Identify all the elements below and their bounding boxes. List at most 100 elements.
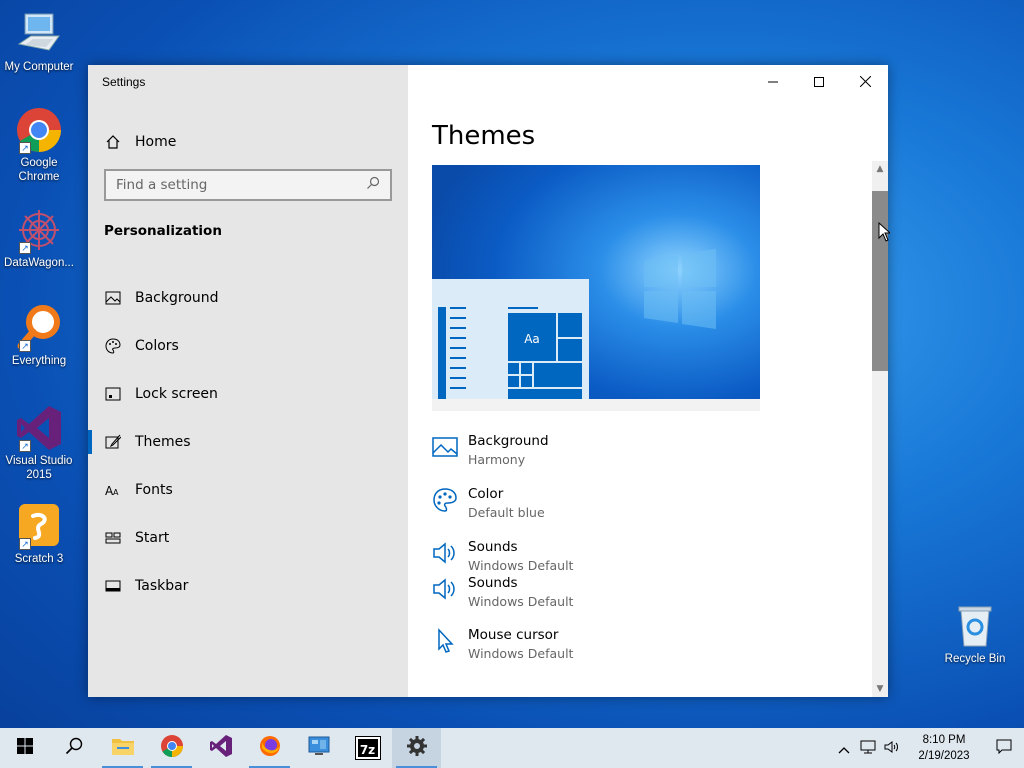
theme-item-value: Harmony bbox=[468, 452, 526, 467]
home-icon bbox=[104, 133, 122, 151]
palette-icon bbox=[104, 337, 122, 355]
theme-item-value: Windows Default bbox=[468, 558, 574, 573]
theme-item-color[interactable]: Color Default blue bbox=[432, 485, 852, 538]
chevron-up-icon bbox=[838, 739, 850, 758]
scroll-up-button[interactable]: ▲ bbox=[872, 161, 888, 177]
close-button[interactable] bbox=[842, 65, 888, 97]
desktop-icon-label: Scratch 3 bbox=[14, 553, 64, 565]
nav-item-lock-screen[interactable]: Lock screen bbox=[88, 370, 408, 418]
taskbar-file-explorer[interactable] bbox=[98, 728, 147, 768]
theme-item-name: Sounds bbox=[468, 575, 518, 591]
nav-item-background[interactable]: Background bbox=[88, 274, 408, 322]
taskbar-clock[interactable]: 8:10 PM 2/19/2023 bbox=[904, 732, 984, 764]
desktop-icon-label: DataWagon... bbox=[4, 257, 74, 269]
maximize-button[interactable] bbox=[796, 65, 842, 97]
visual-studio-icon: ↗ bbox=[15, 404, 63, 452]
nav-item-label: Colors bbox=[135, 338, 179, 354]
theme-item-name: Sounds bbox=[468, 539, 518, 555]
section-heading: Personalization bbox=[104, 223, 222, 239]
desktop-icon-label: My Computer bbox=[4, 61, 74, 73]
file-explorer-icon bbox=[111, 735, 135, 761]
system-tray: 8:10 PM 2/19/2023 bbox=[832, 728, 1024, 768]
speaker-icon bbox=[884, 739, 900, 758]
settings-window: Settings Home Find a setting Personaliza… bbox=[88, 65, 888, 697]
mouse-pointer-icon bbox=[878, 221, 892, 246]
desktop-icon-label: Everything bbox=[11, 355, 67, 367]
scrollbar-thumb[interactable] bbox=[872, 191, 888, 371]
minimize-button[interactable] bbox=[750, 65, 796, 97]
search-input[interactable]: Find a setting bbox=[104, 169, 392, 201]
tray-overflow-button[interactable] bbox=[832, 728, 856, 768]
chrome-icon: ↗ bbox=[15, 106, 63, 154]
caption-buttons bbox=[750, 65, 888, 97]
theme-item-name: Color bbox=[468, 486, 504, 502]
clock-time: 8:10 PM bbox=[922, 734, 966, 746]
cursor-icon bbox=[432, 628, 458, 654]
nav-home[interactable]: Home bbox=[104, 129, 176, 155]
taskbar-search-button[interactable] bbox=[49, 728, 98, 768]
nav-item-themes[interactable]: Themes bbox=[88, 418, 408, 466]
desktop-icon-my-computer[interactable]: My Computer bbox=[1, 10, 77, 74]
nav-item-fonts[interactable]: AA Fonts bbox=[88, 466, 408, 514]
desktop-icon-label: Visual Studio 2015 bbox=[5, 455, 73, 481]
theme-item-background[interactable]: Background Harmony bbox=[432, 432, 852, 485]
firefox-icon bbox=[258, 734, 282, 762]
page-title: Themes bbox=[432, 121, 536, 151]
notification-icon bbox=[996, 738, 1012, 758]
taskbar: 7z 8:10 PM 2/19/2023 bbox=[0, 728, 1024, 768]
theme-item-mouse-cursor[interactable]: Mouse cursor Windows Default bbox=[432, 626, 852, 679]
shortcut-arrow-icon: ↗ bbox=[19, 340, 31, 352]
desktop-icon-recycle-bin[interactable]: Recycle Bin bbox=[937, 602, 1013, 666]
visual-studio-icon bbox=[209, 734, 233, 762]
desktop-icon-google-chrome[interactable]: ↗ Google Chrome bbox=[1, 106, 77, 184]
theme-preview[interactable]: Aa bbox=[432, 165, 760, 411]
desktop-icon-datawagon[interactable]: ↗ DataWagon... bbox=[1, 206, 77, 270]
lock-screen-icon bbox=[104, 385, 122, 403]
shortcut-arrow-icon: ↗ bbox=[19, 440, 31, 452]
desktop-icon-scratch[interactable]: ↗ Scratch 3 bbox=[1, 502, 77, 566]
tray-network-button[interactable] bbox=[856, 728, 880, 768]
windows-logo-icon bbox=[16, 738, 33, 758]
nav-item-start[interactable]: Start bbox=[88, 514, 408, 562]
nav-item-label: Fonts bbox=[135, 482, 173, 498]
taskbar-visual-studio[interactable] bbox=[196, 728, 245, 768]
shortcut-arrow-icon: ↗ bbox=[19, 242, 31, 254]
taskbar-chrome[interactable] bbox=[147, 728, 196, 768]
taskbar-7zip[interactable]: 7z bbox=[343, 728, 392, 768]
recycle-bin-icon bbox=[951, 602, 999, 650]
svg-text:A: A bbox=[113, 488, 119, 497]
brush-icon bbox=[104, 433, 122, 451]
theme-item-value: Default blue bbox=[468, 505, 545, 520]
action-center-button[interactable] bbox=[984, 728, 1024, 768]
picture-icon bbox=[432, 434, 458, 460]
nav-home-label: Home bbox=[135, 134, 177, 150]
taskbar-firefox[interactable] bbox=[245, 728, 294, 768]
taskbar-control-panel[interactable] bbox=[294, 728, 343, 768]
theme-item-value: Windows Default bbox=[468, 646, 574, 661]
scroll-down-button[interactable]: ▼ bbox=[872, 681, 888, 697]
nav-item-colors[interactable]: Colors bbox=[88, 322, 408, 370]
taskbar-icon bbox=[104, 577, 122, 595]
desktop-icon-everything[interactable]: ↗ Everything bbox=[1, 304, 77, 368]
taskbar-settings[interactable] bbox=[392, 728, 441, 768]
theme-item-value: Windows Default bbox=[468, 594, 574, 609]
maximize-icon bbox=[814, 72, 824, 91]
desktop-icon-visual-studio[interactable]: ↗ Visual Studio 2015 bbox=[1, 404, 77, 482]
shortcut-arrow-icon: ↗ bbox=[19, 538, 31, 550]
preview-tile-label: Aa bbox=[524, 332, 540, 346]
nav-item-label: Start bbox=[135, 530, 170, 546]
search-icon bbox=[366, 176, 380, 194]
computer-icon bbox=[15, 10, 63, 58]
network-icon bbox=[860, 739, 876, 758]
control-panel-icon bbox=[307, 735, 331, 761]
tray-volume-button[interactable] bbox=[880, 728, 904, 768]
start-icon bbox=[104, 529, 122, 547]
nav-item-taskbar[interactable]: Taskbar bbox=[88, 562, 408, 610]
settings-content: Themes Aa Background Harmony Color Defau… bbox=[408, 65, 888, 697]
start-button[interactable] bbox=[0, 728, 49, 768]
nav-item-label: Taskbar bbox=[135, 578, 189, 594]
nav-item-label: Themes bbox=[135, 434, 191, 450]
theme-item-name: Background bbox=[468, 433, 549, 449]
scratch-icon: ↗ bbox=[15, 502, 63, 550]
theme-item-sounds-duplicate[interactable]: Sounds Windows Default bbox=[432, 574, 852, 624]
